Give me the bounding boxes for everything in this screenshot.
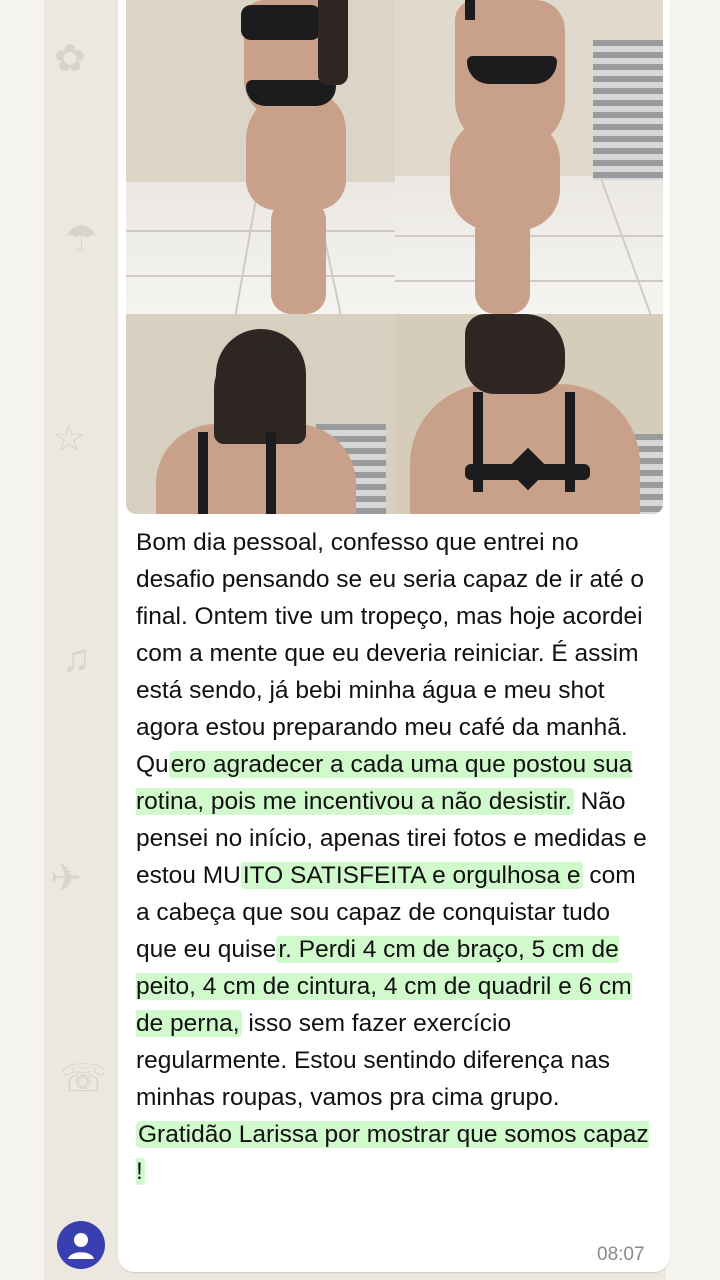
message-text-part: Bom dia pessoal, confesso que entrei no … bbox=[136, 529, 645, 778]
message-text: Bom dia pessoal, confesso que entrei no … bbox=[136, 524, 656, 1190]
photo-side-view-left[interactable] bbox=[126, 0, 395, 314]
left-margin-strip bbox=[0, 0, 44, 1280]
doodle-icon: ✿ bbox=[54, 38, 86, 80]
doodle-icon: ☂ bbox=[64, 218, 99, 260]
doodle-icon: ☏ bbox=[60, 1058, 108, 1100]
photo-back-view-right[interactable] bbox=[395, 314, 663, 514]
highlighted-text: Gratidão Larissa por mostrar que somos c… bbox=[136, 1121, 649, 1185]
photo-side-view-right[interactable] bbox=[395, 0, 663, 314]
doodle-icon: ☆ bbox=[52, 418, 87, 460]
highlighted-text: ero agradecer a cada uma que postou sua … bbox=[136, 751, 633, 815]
right-margin-strip bbox=[666, 0, 720, 1280]
user-avatar-icon[interactable] bbox=[57, 1221, 105, 1269]
doodle-icon: ♫ bbox=[62, 638, 91, 680]
message-timestamp: 08:07 bbox=[597, 1244, 645, 1265]
photo-back-view-left[interactable] bbox=[126, 314, 395, 514]
highlighted-text: ITO SATISFEITA e orgulhosa e bbox=[240, 862, 583, 889]
person-icon bbox=[68, 1233, 94, 1259]
photo-album[interactable] bbox=[126, 0, 663, 514]
doodle-icon: ✈ bbox=[50, 858, 82, 900]
